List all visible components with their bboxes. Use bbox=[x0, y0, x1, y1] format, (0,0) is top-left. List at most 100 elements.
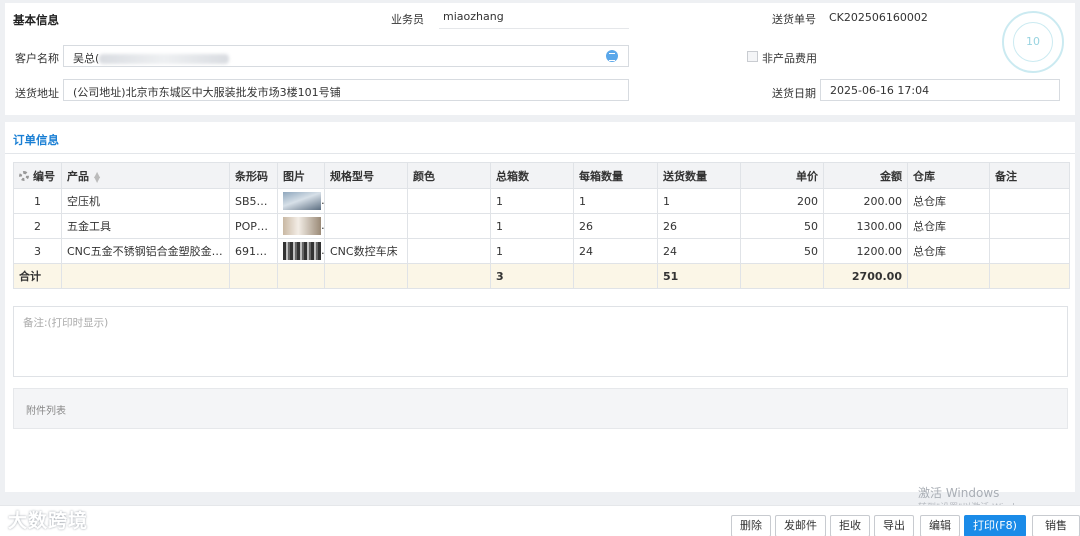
non-product-label: 非产品费用 bbox=[762, 52, 817, 65]
reject-button[interactable]: 拒收 bbox=[830, 515, 870, 536]
cell-warehouse: 总仓库 bbox=[907, 213, 990, 239]
sum-empty bbox=[277, 263, 325, 289]
cell-no: 3 bbox=[13, 238, 62, 264]
column-header-no[interactable]: 编号 bbox=[13, 162, 62, 189]
sum-empty bbox=[740, 263, 824, 289]
cell-per-box: 24 bbox=[573, 238, 658, 264]
table-row[interactable]: 2 五金工具 POP10... 1 26 26 50 1300.00 总仓库 bbox=[13, 213, 1070, 239]
address-field[interactable]: (公司地址)北京市东城区中大服装批发市场3楼101号铺 bbox=[63, 79, 629, 101]
cell-qty: 24 bbox=[657, 238, 741, 264]
stamp-number: 10 bbox=[1013, 22, 1053, 62]
column-header-image: 图片 bbox=[277, 162, 325, 189]
sum-empty bbox=[907, 263, 990, 289]
cell-price: 50 bbox=[740, 213, 824, 239]
cell-warehouse: 总仓库 bbox=[907, 238, 990, 264]
address-label: 送货地址 bbox=[15, 87, 59, 100]
cell-boxes: 1 bbox=[490, 188, 574, 214]
table-row[interactable]: 1 空压机 SB521... 1 1 1 200 200.00 总仓库 bbox=[13, 188, 1070, 214]
export-button[interactable]: 导出 bbox=[874, 515, 914, 536]
cell-no: 1 bbox=[13, 188, 62, 214]
cell-boxes: 1 bbox=[490, 238, 574, 264]
remark-textarea[interactable]: 备注:(打印时显示) bbox=[13, 306, 1068, 377]
section-divider bbox=[5, 153, 1075, 154]
cell-barcode: 69140... bbox=[229, 238, 278, 264]
basic-info-title: 基本信息 bbox=[13, 13, 59, 27]
sum-amount: 2700.00 bbox=[823, 263, 908, 289]
product-thumbnail[interactable] bbox=[283, 217, 321, 235]
column-header-qty: 送货数量 bbox=[657, 162, 741, 189]
cell-image[interactable] bbox=[277, 213, 325, 239]
column-header-per-box: 每箱数量 bbox=[573, 162, 658, 189]
column-header-note: 备注 bbox=[989, 162, 1070, 189]
cell-qty: 26 bbox=[657, 213, 741, 239]
cell-image[interactable] bbox=[277, 238, 325, 264]
sum-row: 合计 3 51 2700.00 bbox=[13, 263, 1070, 289]
cell-spec bbox=[324, 213, 408, 239]
salesperson-value: miaozhang bbox=[443, 10, 504, 23]
sum-empty bbox=[324, 263, 408, 289]
edit-button[interactable]: 编辑 bbox=[920, 515, 960, 536]
column-header-boxes: 总箱数 bbox=[490, 162, 574, 189]
cell-spec: CNC数控车床 bbox=[324, 238, 408, 264]
basic-info-panel: 基本信息 业务员 miaozhang 送货单号 CK202506160002 客… bbox=[5, 3, 1075, 115]
action-bar: 删除 发邮件 拒收 导出 编辑 打印(F8) 销售单 bbox=[0, 505, 1080, 536]
gear-icon[interactable] bbox=[19, 170, 29, 181]
send-email-button[interactable]: 发邮件 bbox=[775, 515, 826, 536]
cell-warehouse: 总仓库 bbox=[907, 188, 990, 214]
non-product-checkbox[interactable] bbox=[747, 51, 758, 62]
column-header-barcode: 条形码 bbox=[229, 162, 278, 189]
sum-boxes: 3 bbox=[490, 263, 574, 289]
cell-no: 2 bbox=[13, 213, 62, 239]
column-header-amount: 金额 bbox=[823, 162, 908, 189]
dropdown-icon[interactable] bbox=[606, 50, 618, 62]
cell-spec bbox=[324, 188, 408, 214]
cell-color bbox=[407, 213, 491, 239]
attachments-section: 附件列表 bbox=[13, 388, 1068, 429]
cell-color bbox=[407, 238, 491, 264]
cell-image[interactable] bbox=[277, 188, 325, 214]
sum-empty bbox=[61, 263, 230, 289]
cell-amount: 1300.00 bbox=[823, 213, 908, 239]
cell-note bbox=[989, 188, 1070, 214]
windows-activation-title: 激活 Windows bbox=[918, 486, 1000, 500]
cell-note bbox=[989, 238, 1070, 264]
sort-icon[interactable]: ▲ ▼ bbox=[94, 170, 100, 183]
sales-order-button[interactable]: 销售单 bbox=[1032, 515, 1080, 536]
product-thumbnail[interactable] bbox=[283, 242, 321, 260]
sum-qty: 51 bbox=[657, 263, 741, 289]
cell-product: 五金工具 bbox=[61, 213, 230, 239]
cell-price: 50 bbox=[740, 238, 824, 264]
sum-empty bbox=[407, 263, 491, 289]
sum-empty bbox=[229, 263, 278, 289]
sum-label: 合计 bbox=[13, 263, 62, 289]
cell-boxes: 1 bbox=[490, 213, 574, 239]
sum-empty bbox=[989, 263, 1070, 289]
product-thumbnail[interactable] bbox=[283, 192, 321, 210]
cell-amount: 200.00 bbox=[823, 188, 908, 214]
cell-barcode: POP10... bbox=[229, 213, 278, 239]
print-button[interactable]: 打印(F8) bbox=[964, 515, 1026, 536]
customer-select[interactable]: 吴总( bbox=[63, 45, 629, 67]
date-field[interactable]: 2025-06-16 17:04 bbox=[820, 79, 1060, 101]
column-header-product[interactable]: 产品 ▲ ▼ bbox=[61, 162, 230, 189]
cell-barcode: SB521... bbox=[229, 188, 278, 214]
cell-qty: 1 bbox=[657, 188, 741, 214]
delete-button[interactable]: 删除 bbox=[731, 515, 771, 536]
column-header-spec: 规格型号 bbox=[324, 162, 408, 189]
cell-amount: 1200.00 bbox=[823, 238, 908, 264]
delivery-no-value: CK202506160002 bbox=[829, 11, 928, 24]
cell-product: 空压机 bbox=[61, 188, 230, 214]
stamp-seal: 10 bbox=[1002, 11, 1064, 73]
cell-per-box: 1 bbox=[573, 188, 658, 214]
table-header-row: 编号 产品 ▲ ▼ 条形码 图片 规格型号 颜色 总箱数 每箱数量 送货数量 单价 … bbox=[13, 162, 1070, 189]
salesperson-field[interactable]: miaozhang bbox=[439, 7, 629, 29]
cell-price: 200 bbox=[740, 188, 824, 214]
delivery-no-label: 送货单号 bbox=[772, 13, 816, 26]
date-label: 送货日期 bbox=[772, 87, 816, 100]
cell-product: CNC五金不锈钢铝合金塑胶金属... bbox=[61, 238, 230, 264]
sum-empty bbox=[573, 263, 658, 289]
redacted-customer-info bbox=[99, 54, 230, 64]
cell-note bbox=[989, 213, 1070, 239]
table-row[interactable]: 3 CNC五金不锈钢铝合金塑胶金属... 69140... CNC数控车床 1 … bbox=[13, 238, 1070, 264]
cell-per-box: 26 bbox=[573, 213, 658, 239]
